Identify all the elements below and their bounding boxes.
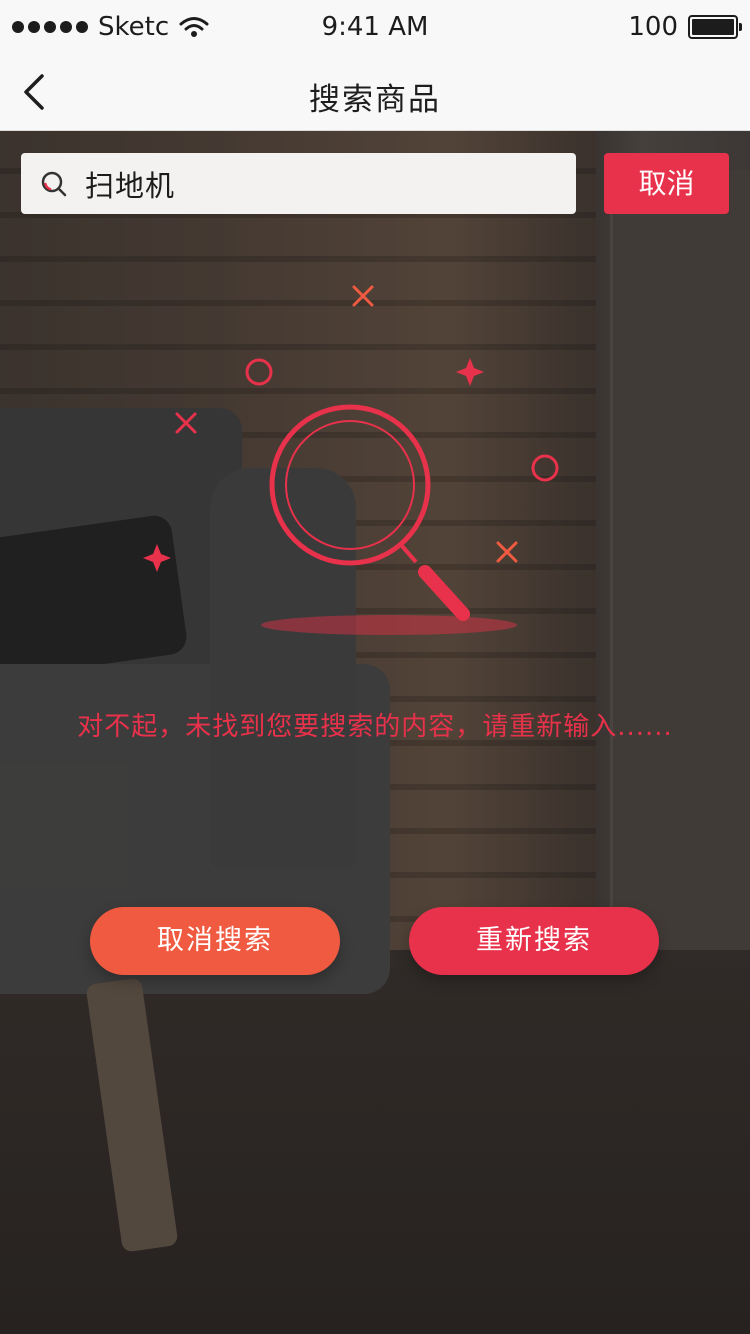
battery-icon <box>688 15 742 39</box>
magnifier-shadow <box>261 615 517 635</box>
empty-state-message: 对不起，未找到您要搜索的内容，请重新输入...... <box>77 712 673 742</box>
search-query[interactable]: 扫地机 <box>85 163 175 205</box>
page-title: 搜索商品 <box>309 82 441 118</box>
magnifier-neck <box>400 544 418 564</box>
nav-bar: 搜索商品 <box>0 56 750 131</box>
cross-decoration-icon <box>175 412 197 434</box>
retry-search-button[interactable]: 重新搜索 <box>409 907 659 975</box>
ring-decoration-icon <box>245 358 273 386</box>
magnifier-lens <box>269 404 431 566</box>
ring-decoration-icon <box>531 454 559 482</box>
cross-decoration-icon <box>496 541 518 563</box>
sparkle-icon <box>143 544 171 572</box>
search-icon <box>41 171 67 196</box>
cancel-button[interactable]: 取消 <box>604 153 729 214</box>
status-bar: Sketc 9:41 AM 100 <box>0 0 750 56</box>
magnifier-illustration <box>143 285 559 635</box>
search-input[interactable]: 扫地机 <box>21 153 576 214</box>
battery-percent: 100 <box>628 12 678 42</box>
cross-decoration-icon <box>352 285 374 307</box>
cancel-search-button[interactable]: 取消搜索 <box>90 907 340 975</box>
magnifier-handle <box>418 565 470 621</box>
sparkle-icon <box>456 358 484 386</box>
magnifier-lens-inner <box>285 420 415 550</box>
status-bar-right: 100 <box>628 12 742 42</box>
